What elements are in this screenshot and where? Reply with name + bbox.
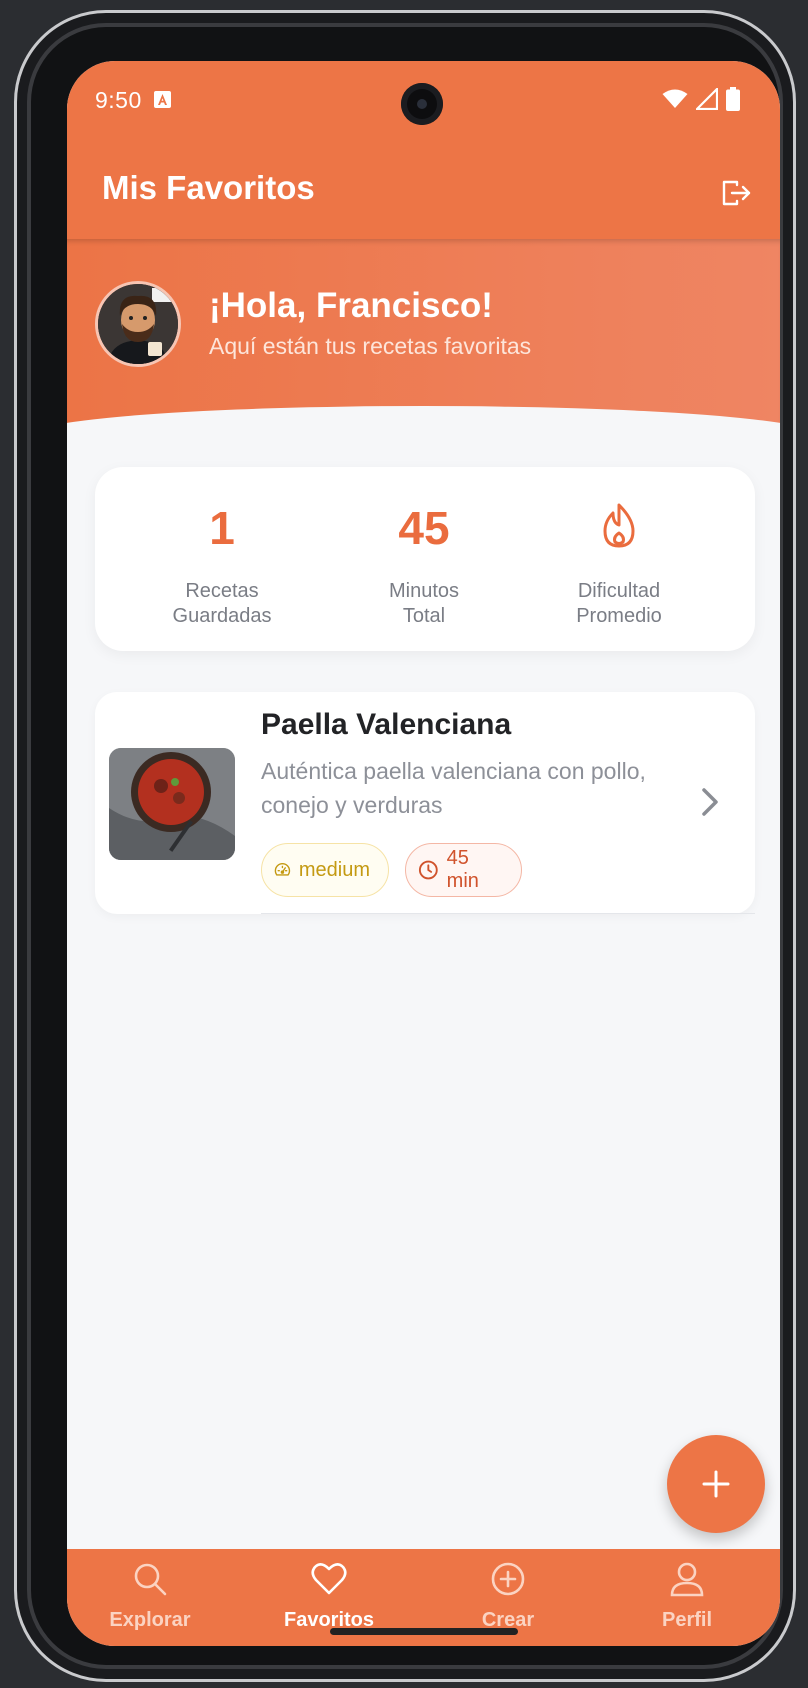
recipe-card[interactable]: Paella Valenciana Auténtica paella valen… — [95, 692, 755, 914]
stat-label-line: Dificultad — [577, 580, 661, 602]
search-icon — [134, 1563, 167, 1596]
stat-label-line: Guardadas — [172, 605, 272, 627]
time-label: 45 min — [446, 847, 479, 892]
recipe-description: Auténtica paella valenciana con pollo, c… — [261, 758, 646, 818]
card-divider — [261, 913, 755, 914]
notification-icon — [154, 91, 171, 108]
gauge-icon — [274, 863, 291, 876]
stat-label-line: Total — [402, 605, 446, 627]
stat-label-line: Recetas — [185, 580, 259, 602]
heart-icon — [311, 1563, 347, 1595]
nav-label: Explorar — [109, 1609, 191, 1631]
status-bar: 9:50 — [67, 61, 780, 151]
stat-value: 1 — [209, 502, 235, 554]
time-badge: 45 min — [405, 843, 522, 897]
add-recipe-button[interactable] — [667, 1435, 765, 1533]
app-bar: 9:50 Mis Favoritos — [67, 61, 780, 239]
user-icon — [670, 1562, 704, 1597]
difficulty-badge: medium — [261, 843, 389, 897]
stat-label: Recetas Guardadas — [122, 579, 322, 629]
screen: 9:50 Mis Favoritos ¡Hola, Francisco! Aqu… — [67, 61, 780, 1646]
device-frame: 9:50 Mis Favoritos ¡Hola, Francisco! Aqu… — [14, 10, 796, 1682]
greeting-subtitle: Aquí están tus recetas favoritas — [209, 333, 532, 359]
recipe-image — [109, 748, 235, 860]
clock-icon — [418, 860, 438, 880]
stats-card: 1 Recetas Guardadas 45 Minutos Total Dif… — [95, 467, 755, 651]
chevron-right-icon[interactable] — [695, 782, 725, 822]
logout-icon — [722, 180, 751, 206]
front-camera — [401, 83, 443, 125]
stat-label: Dificultad Promedio — [519, 579, 719, 629]
wifi-icon — [662, 89, 688, 108]
stat-label-line: Promedio — [576, 605, 662, 627]
status-time: 9:50 — [95, 87, 142, 113]
plus-icon — [702, 1470, 730, 1498]
battery-icon — [726, 87, 740, 111]
cellular-icon — [696, 88, 718, 110]
plus-circle-icon — [491, 1562, 525, 1596]
logout-button[interactable] — [716, 173, 756, 213]
stat-value: 45 — [398, 502, 450, 554]
recipe-photo — [109, 748, 235, 860]
avatar[interactable] — [95, 281, 181, 367]
page-title: Mis Favoritos — [102, 169, 315, 206]
stat-label-line: Minutos — [388, 580, 460, 602]
home-indicator[interactable] — [330, 1628, 518, 1635]
difficulty-label: medium — [298, 858, 370, 881]
flame-icon — [603, 503, 635, 548]
greeting-title: ¡Hola, Francisco! — [209, 286, 493, 325]
recipe-title: Paella Valenciana — [261, 708, 512, 741]
avatar-image — [98, 284, 178, 364]
nav-item-perfil[interactable]: Perfil — [612, 1549, 762, 1646]
nav-item-explorar[interactable]: Explorar — [75, 1549, 225, 1646]
stat-label: Minutos Total — [324, 579, 524, 629]
nav-label: Perfil — [661, 1609, 713, 1631]
status-icons — [662, 87, 740, 111]
